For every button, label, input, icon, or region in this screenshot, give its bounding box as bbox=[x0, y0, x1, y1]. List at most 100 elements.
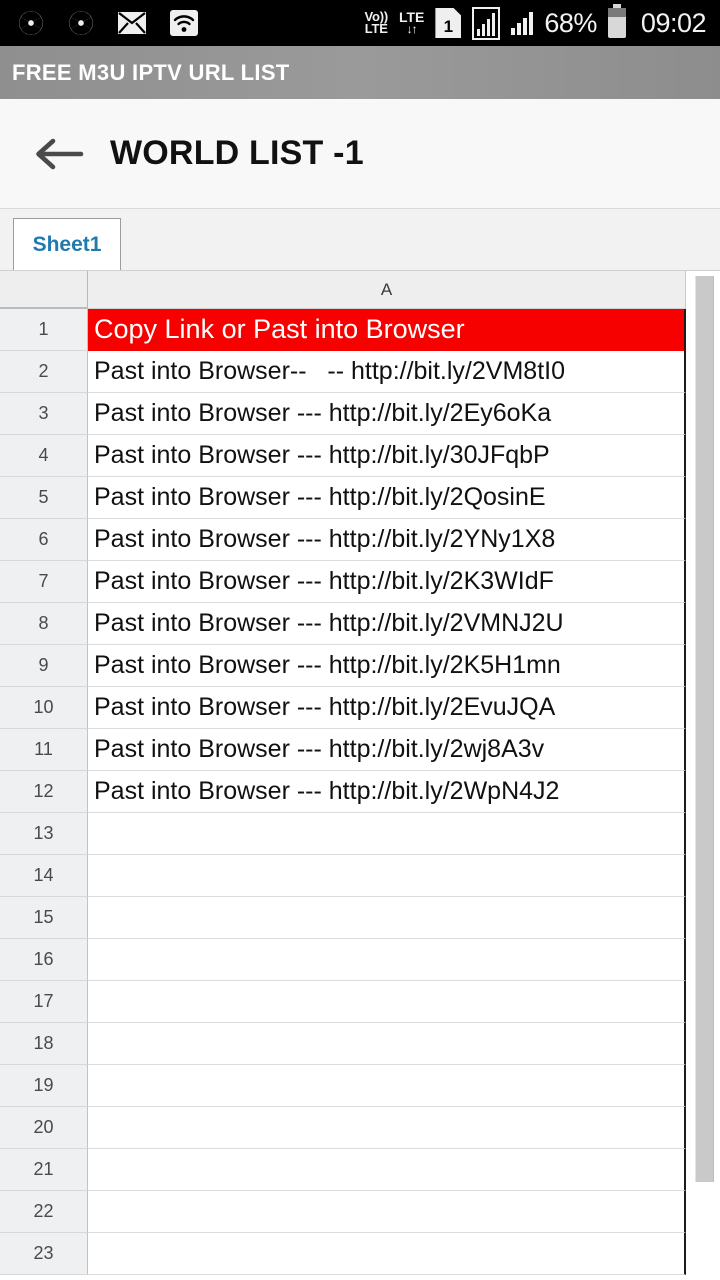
row-header-cell[interactable]: 14 bbox=[0, 855, 88, 897]
row-header-cell[interactable]: 6 bbox=[0, 519, 88, 561]
volte-icon: Vo)) LTE bbox=[364, 9, 388, 36]
row-header-cell[interactable]: 23 bbox=[0, 1233, 88, 1275]
row-header-cell[interactable]: 12 bbox=[0, 771, 88, 813]
cell-a10[interactable]: Past into Browser --- http://bit.ly/2Evu… bbox=[88, 687, 686, 729]
row-header-cell[interactable]: 7 bbox=[0, 561, 88, 603]
vertical-scrollbar[interactable] bbox=[686, 271, 720, 1280]
table-row: 1 Copy Link or Past into Browser bbox=[0, 309, 720, 351]
table-row: 21 bbox=[0, 1149, 720, 1191]
row-header-cell[interactable]: 17 bbox=[0, 981, 88, 1023]
row-header-cell[interactable]: 10 bbox=[0, 687, 88, 729]
status-bar-right-icons: Vo)) LTE LTE ↓↑ 1 68% 09:02 bbox=[364, 4, 707, 40]
table-row: 10 Past into Browser --- http://bit.ly/2E… bbox=[0, 687, 720, 729]
table-row: 12 Past into Browser --- http://bit.ly/2W… bbox=[0, 771, 720, 813]
table-row: 22 bbox=[0, 1191, 720, 1233]
vertical-scrollbar-thumb[interactable] bbox=[695, 276, 714, 1182]
sim-card-icon: 1 bbox=[435, 8, 462, 38]
cell-a3[interactable]: Past into Browser --- http://bit.ly/2Ey6… bbox=[88, 393, 686, 435]
row-header-cell[interactable]: 18 bbox=[0, 1023, 88, 1065]
row-header-cell[interactable]: 21 bbox=[0, 1149, 88, 1191]
status-bar: Vo)) LTE LTE ↓↑ 1 68% 09:02 bbox=[0, 0, 720, 46]
mail-icon bbox=[118, 12, 146, 34]
cell-a5[interactable]: Past into Browser --- http://bit.ly/2Qos… bbox=[88, 477, 686, 519]
lte-data-icon: LTE ↓↑ bbox=[399, 9, 424, 36]
table-row: 3 Past into Browser --- http://bit.ly/2Ey… bbox=[0, 393, 720, 435]
cell-a11[interactable]: Past into Browser --- http://bit.ly/2wj8… bbox=[88, 729, 686, 771]
camera-icon-2 bbox=[68, 10, 94, 36]
cell-a14[interactable] bbox=[88, 855, 686, 897]
page-title: WORLD LIST -1 bbox=[110, 134, 364, 172]
cell-a19[interactable] bbox=[88, 1065, 686, 1107]
table-row: 18 bbox=[0, 1023, 720, 1065]
lte-arrows: ↓↑ bbox=[406, 21, 418, 36]
document-header: WORLD LIST -1 bbox=[0, 99, 720, 209]
table-row: 14 bbox=[0, 855, 720, 897]
row-header-cell[interactable]: 20 bbox=[0, 1107, 88, 1149]
row-header-cell[interactable]: 1 bbox=[0, 309, 88, 351]
volte-bottom-label: LTE bbox=[364, 21, 388, 36]
cell-a23[interactable] bbox=[88, 1233, 686, 1275]
cell-a4[interactable]: Past into Browser --- http://bit.ly/30JF… bbox=[88, 435, 686, 477]
row-header-cell[interactable]: 5 bbox=[0, 477, 88, 519]
table-row: 8 Past into Browser --- http://bit.ly/2VM… bbox=[0, 603, 720, 645]
row-header-cell[interactable]: 3 bbox=[0, 393, 88, 435]
table-row: 4 Past into Browser --- http://bit.ly/30J… bbox=[0, 435, 720, 477]
table-row: 9 Past into Browser --- http://bit.ly/2K5… bbox=[0, 645, 720, 687]
cell-a13[interactable] bbox=[88, 813, 686, 855]
row-header-cell[interactable]: 11 bbox=[0, 729, 88, 771]
cell-a1[interactable]: Copy Link or Past into Browser bbox=[88, 309, 686, 351]
cell-a22[interactable] bbox=[88, 1191, 686, 1233]
table-row: 16 bbox=[0, 939, 720, 981]
sheet-tab-bar: Sheet1 bbox=[0, 209, 720, 271]
tab-sheet1[interactable]: Sheet1 bbox=[13, 218, 121, 270]
tab-sheet1-label: Sheet1 bbox=[32, 232, 102, 256]
cell-a16[interactable] bbox=[88, 939, 686, 981]
table-row: 2 Past into Browser-- -- http://bit.ly/2V… bbox=[0, 351, 720, 393]
row-header-cell[interactable]: 16 bbox=[0, 939, 88, 981]
cell-a18[interactable] bbox=[88, 1023, 686, 1065]
signal-bars-boxed-icon bbox=[472, 6, 501, 40]
cell-a15[interactable] bbox=[88, 897, 686, 939]
row-header-cell[interactable]: 22 bbox=[0, 1191, 88, 1233]
app-title-bar: FREE M3U IPTV URL LIST bbox=[0, 46, 720, 99]
column-header-row: A bbox=[0, 271, 720, 309]
cell-a7[interactable]: Past into Browser --- http://bit.ly/2K3W… bbox=[88, 561, 686, 603]
status-bar-left-icons bbox=[18, 10, 198, 36]
cell-a21[interactable] bbox=[88, 1149, 686, 1191]
table-row: 20 bbox=[0, 1107, 720, 1149]
cell-a2[interactable]: Past into Browser-- -- http://bit.ly/2VM… bbox=[88, 351, 686, 393]
table-row: 7 Past into Browser --- http://bit.ly/2K3… bbox=[0, 561, 720, 603]
row-header-cell[interactable]: 4 bbox=[0, 435, 88, 477]
table-row: 11 Past into Browser --- http://bit.ly/2w… bbox=[0, 729, 720, 771]
cell-a6[interactable]: Past into Browser --- http://bit.ly/2YNy… bbox=[88, 519, 686, 561]
app-title: FREE M3U IPTV URL LIST bbox=[12, 59, 290, 85]
row-header-cell[interactable]: 8 bbox=[0, 603, 88, 645]
table-row: 17 bbox=[0, 981, 720, 1023]
table-row: 23 bbox=[0, 1233, 720, 1275]
wifi-icon bbox=[170, 10, 198, 36]
cell-a9[interactable]: Past into Browser --- http://bit.ly/2K5H… bbox=[88, 645, 686, 687]
cell-a20[interactable] bbox=[88, 1107, 686, 1149]
spreadsheet-grid: A 1 Copy Link or Past into Browser 2 Past i… bbox=[0, 271, 720, 1280]
arrow-left-icon bbox=[33, 135, 85, 173]
grid-corner-cell[interactable] bbox=[0, 271, 88, 309]
cell-a12[interactable]: Past into Browser --- http://bit.ly/2WpN… bbox=[88, 771, 686, 813]
table-row: 6 Past into Browser --- http://bit.ly/2YN… bbox=[0, 519, 720, 561]
signal-bars-icon bbox=[511, 11, 534, 35]
battery-percent-label: 68% bbox=[544, 7, 597, 38]
table-row: 5 Past into Browser --- http://bit.ly/2Qo… bbox=[0, 477, 720, 519]
row-header-cell[interactable]: 19 bbox=[0, 1065, 88, 1107]
grid-body: 1 Copy Link or Past into Browser 2 Past int… bbox=[0, 309, 720, 1275]
row-header-cell[interactable]: 15 bbox=[0, 897, 88, 939]
back-button[interactable] bbox=[22, 117, 96, 191]
column-header-a[interactable]: A bbox=[88, 271, 686, 309]
camera-icon bbox=[18, 10, 44, 36]
table-row: 15 bbox=[0, 897, 720, 939]
cell-a8[interactable]: Past into Browser --- http://bit.ly/2VMN… bbox=[88, 603, 686, 645]
row-header-cell[interactable]: 13 bbox=[0, 813, 88, 855]
battery-icon bbox=[607, 4, 626, 38]
table-row: 13 bbox=[0, 813, 720, 855]
row-header-cell[interactable]: 2 bbox=[0, 351, 88, 393]
row-header-cell[interactable]: 9 bbox=[0, 645, 88, 687]
cell-a17[interactable] bbox=[88, 981, 686, 1023]
